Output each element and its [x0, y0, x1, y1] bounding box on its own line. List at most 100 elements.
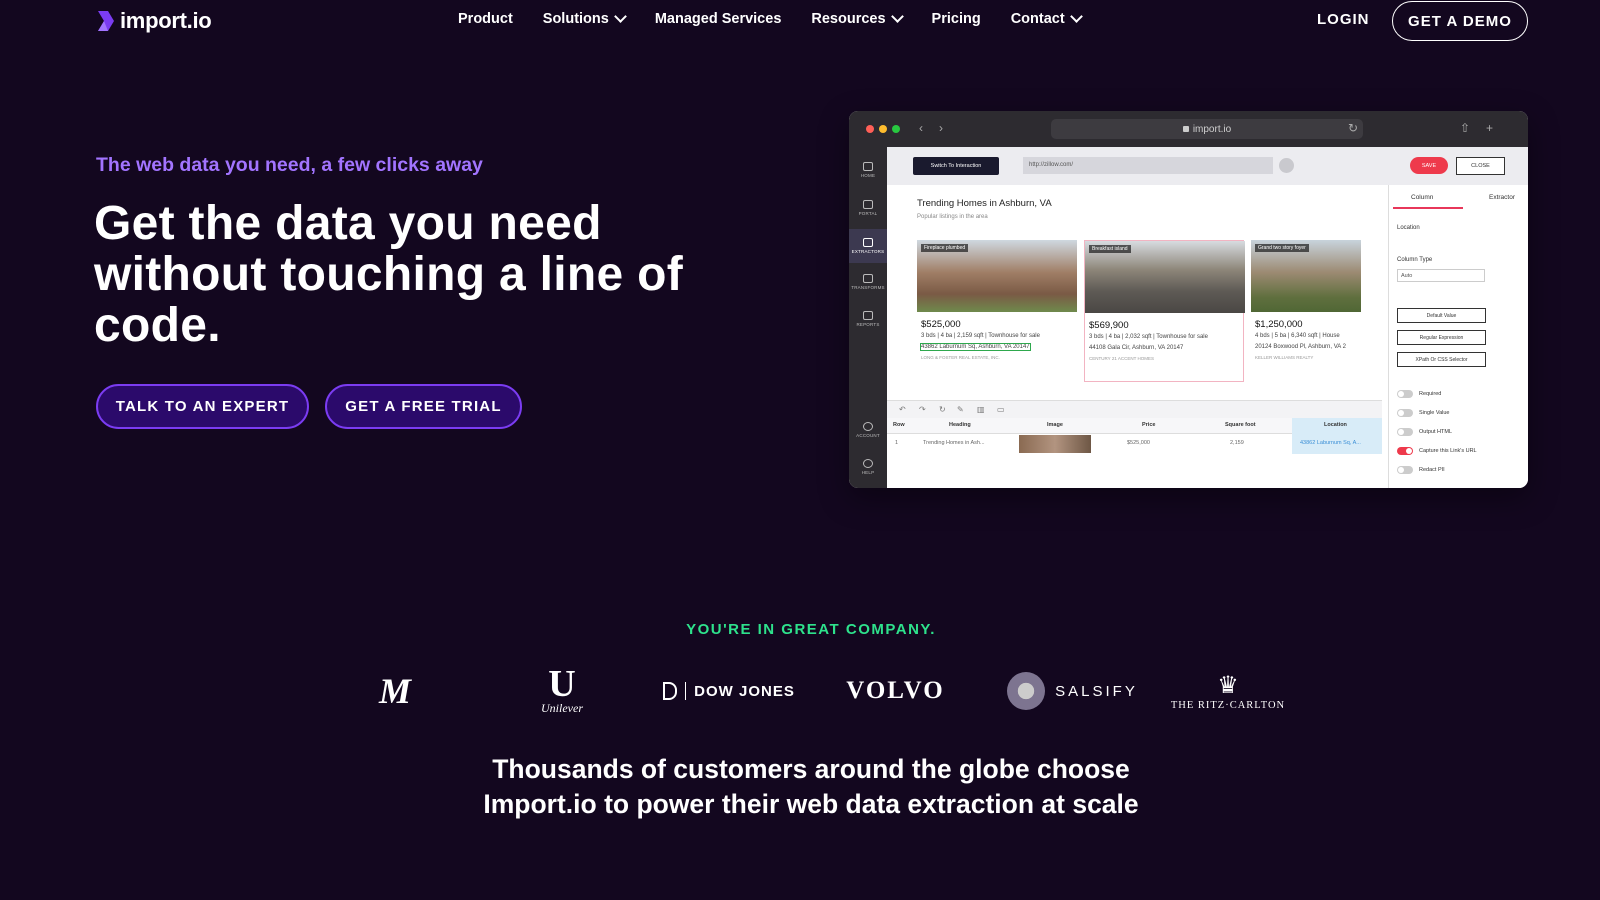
sidebar-item-home: HOME — [849, 155, 887, 185]
menu-solutions[interactable]: Solutions — [542, 10, 627, 27]
column-header: Price — [1142, 422, 1156, 428]
crown-icon: ♛ — [1217, 671, 1239, 699]
browser-url-text: import.io — [1192, 123, 1232, 135]
toggle-label: Single Value — [1419, 410, 1450, 416]
sidebar-item-extractors: EXTRACTORS — [849, 229, 887, 263]
data-table-header: Row Heading Image Price Square foot Loca… — [887, 418, 1382, 434]
menu-resources[interactable]: Resources — [811, 10, 904, 27]
listing-address: 20124 Boxwood Pl, Ashburn, VA 2 — [1255, 344, 1346, 350]
cell-location: 43862 Laburnum Sq, A... — [1300, 440, 1361, 446]
toggle-switch — [1397, 466, 1413, 474]
cell-sqft: 2,159 — [1230, 440, 1244, 446]
dow-jones-icon — [663, 682, 678, 700]
user-icon — [863, 422, 873, 431]
menu-label: Resources — [811, 11, 886, 27]
chart-icon — [863, 311, 873, 320]
brand-text: DOW JONES — [694, 682, 795, 700]
logo-unilever: U Unilever — [533, 665, 591, 717]
sidebar-item-label: TRANSFORMS — [851, 285, 885, 290]
listing-broker: CENTURY 21 ACCENT HOMES — [1089, 356, 1155, 361]
cell-image — [1019, 435, 1091, 453]
cell-heading: Trending Homes in Ash... — [923, 440, 985, 446]
free-trial-button[interactable]: GET A FREE TRIAL — [325, 384, 522, 429]
save-button: SAVE — [1410, 157, 1448, 174]
close-dot-icon — [866, 125, 874, 133]
brand-text: M — [378, 671, 411, 711]
main-menu: Product Solutions Managed Services Resou… — [458, 10, 1083, 27]
column-type-label: Column Type — [1397, 257, 1433, 263]
column-settings-panel: Column Extractor Location Column Type Au… — [1388, 185, 1528, 488]
sidebar-item-label: PORTAL — [858, 211, 878, 216]
toggle-switch — [1397, 409, 1413, 417]
get-demo-button[interactable]: GET A DEMO — [1392, 1, 1528, 41]
listing-card: Fireplace plumbed $525,000 3 bds | 4 ba … — [917, 240, 1077, 380]
chevron-down-icon — [613, 10, 627, 23]
default-value-button: Default Value — [1397, 308, 1486, 323]
preview-page: Trending Homes in Ashburn, VA Popular li… — [887, 185, 1382, 400]
toggle-label: Capture this Link's URL — [1419, 448, 1477, 454]
toggle-switch — [1397, 447, 1413, 455]
menu-pricing[interactable]: Pricing — [932, 11, 981, 27]
listing-broker: KELLER WILLIAMS REALTY — [1255, 355, 1314, 360]
sidebar-item-label: HOME — [860, 173, 876, 178]
column-type-select: Auto — [1397, 269, 1485, 282]
lock-icon — [1182, 126, 1189, 132]
toggle-label: Output HTML — [1419, 429, 1453, 435]
logo-text: import.io — [120, 8, 212, 33]
sidebar-item-transforms: TRANSFORMS — [849, 267, 887, 297]
toggle-switch — [1397, 428, 1413, 436]
hero-title: Get the data you need without touching a… — [94, 197, 684, 352]
preview-title: Trending Homes in Ashburn, VA — [917, 198, 1052, 209]
app-screenshot: ‹ › import.io ↻ ⇧ + HOME PORTAL EXTRACTO… — [849, 111, 1528, 488]
listing-card: Grand two story foyer $1,250,000 4 bds |… — [1251, 240, 1361, 380]
column-header: Heading — [949, 422, 971, 428]
delete-icon: ▥ — [977, 405, 985, 414]
logo[interactable]: import.io — [96, 8, 212, 34]
browser-url: import.io — [1051, 119, 1363, 139]
logo-salsify: SALSIFY — [995, 665, 1150, 717]
listing-details: 3 bds | 4 ba | 2,159 sqft | Townhouse fo… — [921, 333, 1040, 339]
menu-product[interactable]: Product — [458, 11, 513, 27]
photo-tag: Grand two story foyer — [1255, 244, 1309, 252]
settings-icon — [1279, 158, 1294, 173]
column-header: Location — [1324, 422, 1347, 428]
customers-heading: YOU'RE IN GREAT COMPANY. — [686, 621, 936, 638]
xpath-button: XPath Or CSS Selector — [1397, 352, 1486, 367]
toggle-single-value: Single Value — [1397, 409, 1449, 417]
sidebar-item-label: HELP — [861, 470, 875, 475]
toggle-label: Redact PII — [1419, 467, 1445, 473]
toggle-capture-link: Capture this Link's URL — [1397, 447, 1477, 455]
sidebar-item-help: HELP — [849, 452, 887, 482]
logo-m: M — [365, 665, 425, 717]
chevron-down-icon — [1069, 10, 1083, 23]
menu-label: Solutions — [542, 11, 609, 27]
menu-label: Contact — [1010, 11, 1065, 27]
sidebar-item-label: ACCOUNT — [856, 433, 880, 438]
listing-details: 3 bds | 4 ba | 2,032 sqft | Townhouse fo… — [1089, 334, 1208, 340]
brand-text: Unilever — [541, 700, 583, 715]
new-tab-icon: + — [1486, 121, 1494, 135]
target-url-field: http://zillow.com/ — [1023, 157, 1273, 174]
hero-eyebrow: The web data you need, a few clicks away — [96, 154, 483, 176]
logo-ritz-carlton: ♛ THE RITZ·CARLTON — [1166, 665, 1290, 717]
unilever-mark: U — [548, 662, 576, 705]
preview-icon: ▭ — [997, 405, 1005, 414]
regex-button: Regular Expression — [1397, 330, 1486, 345]
table-toolbar: ↶ ↷ ↻ ✎ ▥ ▭ — [887, 400, 1382, 418]
statement-line: Thousands of customers around the globe … — [492, 754, 1130, 784]
toggle-label: Required — [1419, 391, 1442, 397]
toggle-redact-pii: Redact PII — [1397, 466, 1445, 474]
listing-card: Breakfast island $569,900 3 bds | 4 ba |… — [1084, 240, 1245, 382]
listing-price: $525,000 — [921, 319, 961, 330]
switch-interaction-button: Switch To Interaction — [913, 157, 999, 175]
app-sidebar: HOME PORTAL EXTRACTORS TRANSFORMS REPORT… — [849, 147, 887, 488]
back-icon: ‹ — [919, 121, 923, 135]
menu-contact[interactable]: Contact — [1010, 10, 1083, 27]
browser-toolbar: ‹ › import.io ↻ ⇧ + — [849, 111, 1528, 147]
salsify-icon — [1007, 672, 1046, 710]
undo-icon: ↶ — [899, 405, 906, 414]
talk-to-expert-button[interactable]: TALK TO AN EXPERT — [96, 384, 309, 429]
menu-managed-services[interactable]: Managed Services — [655, 11, 782, 27]
login-link[interactable]: LOGIN — [1317, 11, 1370, 28]
column-header: Image — [1047, 422, 1063, 428]
